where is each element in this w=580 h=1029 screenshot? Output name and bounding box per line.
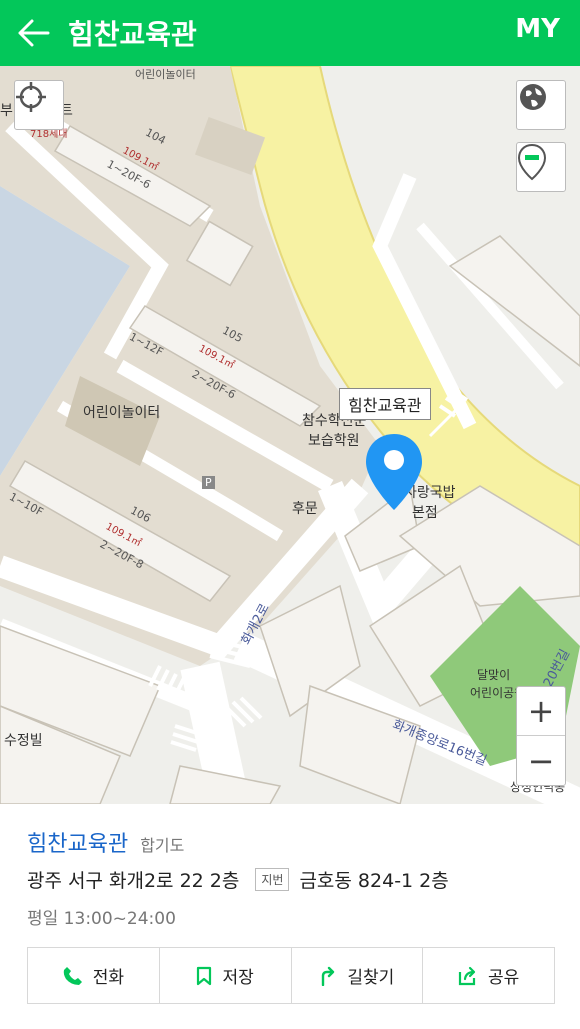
address-row: 광주 서구 화개2로 22 2층 지번 금호동 824-1 2층: [27, 866, 449, 893]
save-label: 저장: [222, 968, 254, 988]
back-button[interactable]: [0, 0, 66, 66]
map-label-back-gate: 후문: [292, 501, 318, 517]
map-label-playground-top: 어린이놀이터: [135, 68, 196, 81]
place-name-tag[interactable]: 힘찬교육관: [339, 388, 431, 420]
map-label-playground-mid: 어린이놀이터: [83, 405, 161, 421]
map-label-academy-2: 보습학원: [308, 433, 360, 449]
zoom-in-button[interactable]: +: [517, 687, 565, 736]
top-bar: 힘찬교육관 MY: [0, 0, 580, 66]
phone-icon: [63, 966, 82, 985]
call-label: 전화: [92, 968, 125, 988]
marker-toggle-button[interactable]: [516, 142, 566, 192]
directions-icon: [322, 966, 335, 986]
globe-icon: [520, 84, 546, 110]
share-icon: [458, 966, 476, 985]
save-button[interactable]: 저장: [160, 948, 292, 1003]
bookmark-icon: [197, 966, 212, 985]
action-bar: 전화 저장 길찾기 공유: [27, 947, 555, 1004]
map-label-apartment-partial: 부: [0, 103, 13, 119]
page-title: 힘찬교육관: [68, 18, 197, 51]
back-arrow-icon: [18, 19, 50, 47]
pin-green-icon: [517, 143, 547, 181]
jibun-address: 금호동 824-1 2층: [299, 870, 449, 892]
road-address: 광주 서구 화개2로 22 2층: [27, 870, 240, 892]
place-info-panel: 힘찬교육관 합기도 광주 서구 화개2로 22 2층 지번 금호동 824-1 …: [0, 804, 580, 1029]
business-hours: 평일 13:00~24:00: [27, 909, 176, 929]
place-category: 합기도: [140, 836, 185, 855]
crosshair-icon: [16, 82, 46, 112]
map-view[interactable]: 어린이놀이터 부 트 718세대 104 109.1㎡ 1~20F-6 105 …: [0, 66, 580, 804]
share-label: 공유: [487, 968, 520, 988]
directions-label: 길찾기: [347, 968, 395, 988]
share-button[interactable]: 공유: [423, 948, 554, 1003]
my-button[interactable]: MY: [515, 14, 560, 44]
location-marker-icon[interactable]: [364, 432, 424, 512]
jibun-badge: 지번: [255, 868, 290, 891]
map-label-park-1: 달맞이: [477, 668, 511, 682]
place-name[interactable]: 힘찬교육관: [27, 826, 128, 858]
zoom-control: + −: [516, 686, 566, 786]
map-label-villa: 수정빌: [4, 733, 43, 749]
current-location-button[interactable]: [14, 80, 64, 130]
zoom-out-button[interactable]: −: [517, 736, 565, 785]
directions-button[interactable]: 길찾기: [292, 948, 424, 1003]
parking-icon: P: [202, 476, 215, 489]
call-button[interactable]: 전화: [28, 948, 160, 1003]
place-title-row: 힘찬교육관 합기도: [27, 826, 184, 858]
map-layer-button[interactable]: [516, 80, 566, 130]
